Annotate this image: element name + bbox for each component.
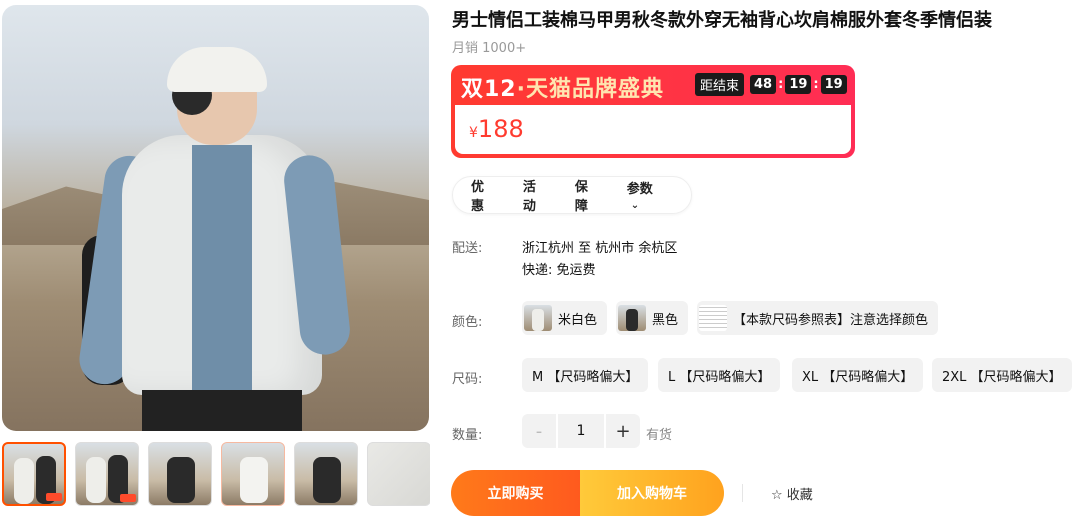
color-label: 颜色: (452, 315, 483, 330)
size-option-l[interactable]: L 【尺码略偏大】 (658, 358, 781, 392)
main-product-image[interactable] (2, 5, 429, 431)
quantity-minus-button[interactable]: - (522, 414, 556, 448)
color-option-label: 黑色 (652, 312, 679, 328)
color-swatch-image (618, 305, 646, 331)
thumbnail-3[interactable] (148, 442, 212, 506)
size-chart-image (699, 305, 727, 331)
tab-params-label: 参数 (626, 182, 653, 197)
price: ¥188 (469, 115, 524, 143)
size-option-xl[interactable]: XL 【尺码略偏大】 (792, 358, 924, 392)
countdown-minutes: 19 (785, 75, 812, 94)
thumbnail-4[interactable] (221, 442, 285, 506)
tab-discount[interactable]: 优惠 (471, 176, 523, 214)
price-value: 188 (477, 115, 524, 143)
product-title: 男士情侣工装棉马甲男秋冬款外穿无袖背心坎肩棉服外套冬季情侣装 (452, 10, 992, 31)
countdown-seconds: 19 (820, 75, 847, 94)
price-box: ¥188 (455, 105, 851, 154)
color-option-size-chart[interactable]: 【本款尺码参照表】注意选择颜色 (697, 301, 939, 335)
countdown-label: 距结束 (695, 73, 745, 96)
color-option-beige[interactable]: 米白色 (522, 301, 608, 335)
shipping-express: 快递: 免运费 (522, 263, 596, 278)
thumbnail-6[interactable] (367, 442, 430, 506)
promo-banner: 双12·天猫品牌盛典 距结束 48 : 19 : 19 ¥188 (451, 65, 855, 158)
size-label: 尺码: (452, 372, 483, 387)
quantity-stepper: - 1 + (522, 414, 640, 448)
size-option-m[interactable]: M 【尺码略偏大】 (522, 358, 649, 392)
quantity-input[interactable]: 1 (556, 414, 606, 448)
thumbnail-2[interactable] (75, 442, 139, 506)
color-option-label: 【本款尺码参照表】注意选择颜色 (733, 312, 929, 328)
color-option-label: 米白色 (558, 312, 598, 328)
thumbnail-1[interactable] (2, 442, 66, 506)
color-swatch-image (524, 305, 552, 331)
quantity-label: 数量: (452, 428, 483, 443)
buy-now-button[interactable]: 立即购买 (451, 470, 580, 516)
promo-title: 双12·天猫品牌盛典 (461, 71, 664, 103)
currency-symbol: ¥ (469, 125, 478, 141)
favorite-button[interactable]: ☆ 收藏 (771, 484, 813, 503)
countdown-separator: : (813, 77, 819, 92)
thumbnail-strip (2, 442, 430, 508)
size-option-2xl[interactable]: 2XL 【尺码略偏大】 (932, 358, 1072, 392)
countdown-separator: : (778, 77, 784, 92)
promo-brand-sub: ·天猫品牌盛典 (516, 77, 664, 102)
model-figure (76, 35, 353, 431)
purchase-buttons: 立即购买 加入购物车 (451, 470, 724, 516)
stock-status: 有货 (646, 428, 673, 443)
color-option-black[interactable]: 黑色 (616, 301, 689, 335)
monthly-sales: 月销 1000+ (452, 41, 527, 56)
promo-brand-main: 双12 (461, 77, 517, 102)
divider (742, 484, 743, 502)
tab-guarantee[interactable]: 保障 (575, 176, 627, 214)
tab-params[interactable]: 参数 ⌄ (627, 178, 691, 212)
shipping-label: 配送: (452, 241, 483, 256)
thumbnail-5[interactable] (294, 442, 358, 506)
tab-activity[interactable]: 活动 (523, 176, 575, 214)
chevron-down-icon: ⌄ (630, 200, 640, 211)
info-tabs: 优惠 活动 保障 参数 ⌄ (452, 176, 692, 214)
quantity-plus-button[interactable]: + (606, 414, 640, 448)
shipping-route[interactable]: 浙江杭州 至 杭州市 余杭区 (522, 237, 677, 256)
countdown-timer: 距结束 48 : 19 : 19 (695, 73, 847, 96)
add-to-cart-button[interactable]: 加入购物车 (580, 470, 724, 516)
countdown-hours: 48 (750, 75, 777, 94)
